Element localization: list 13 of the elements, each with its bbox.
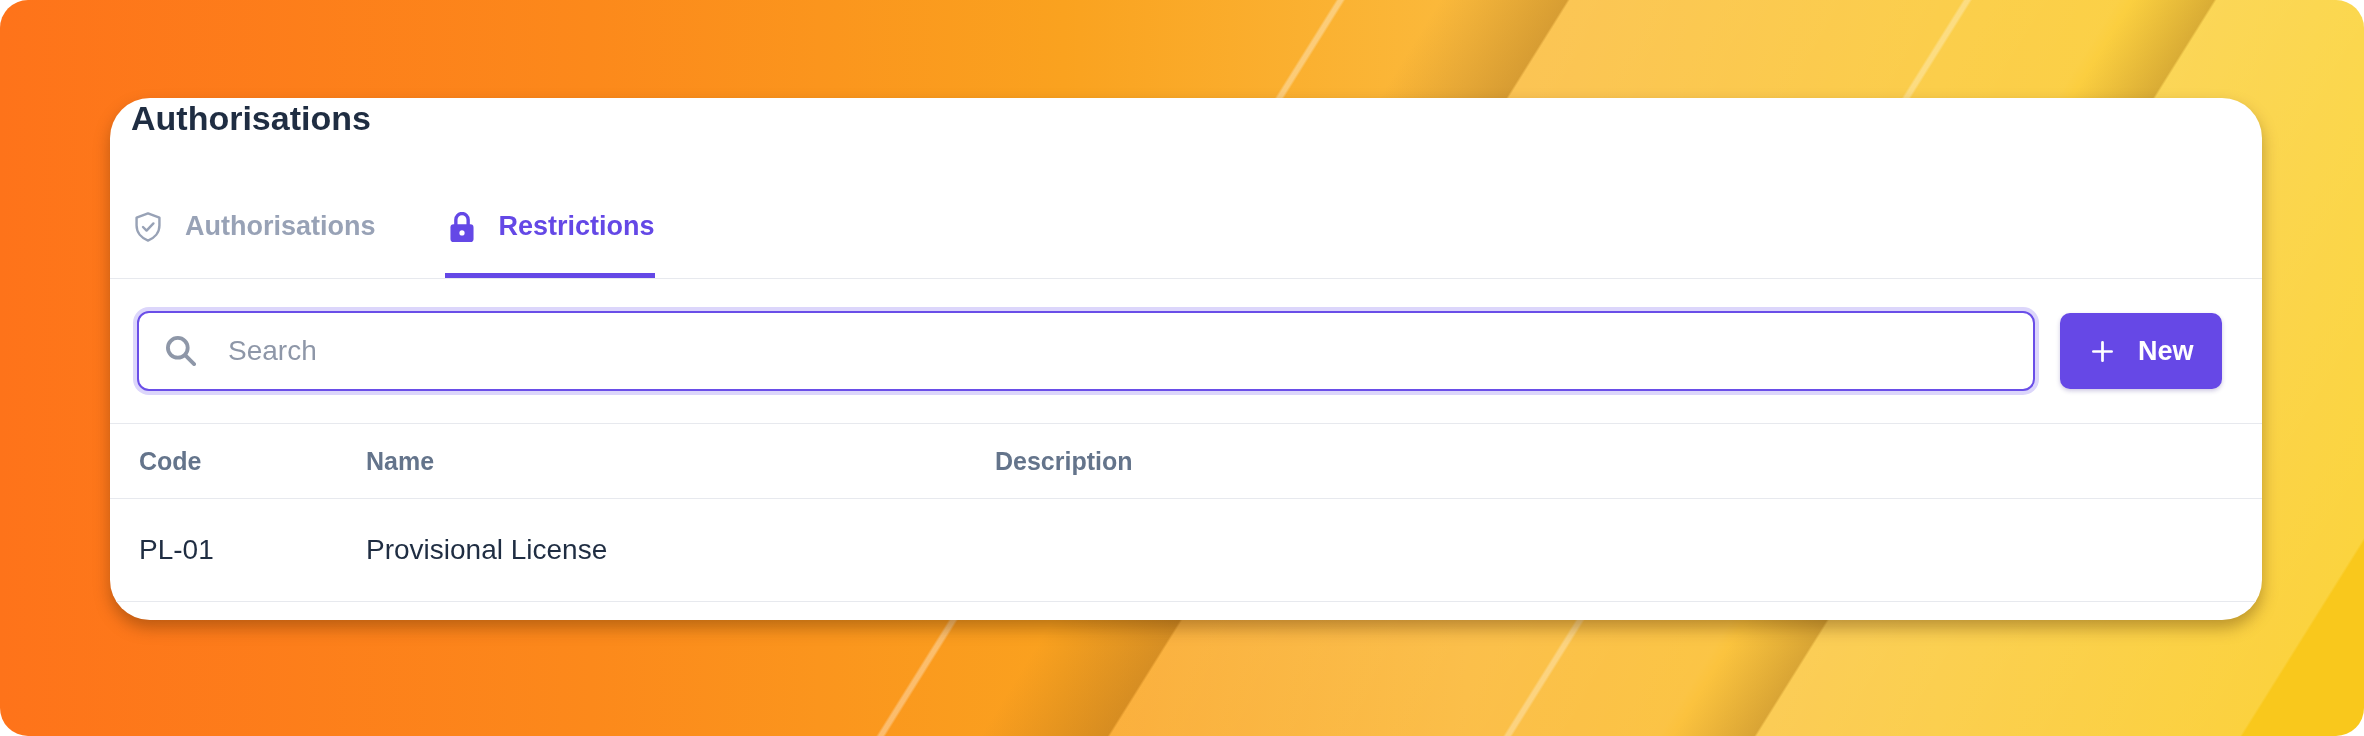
page-title: Authorisations xyxy=(130,98,372,138)
search-field[interactable]: Search xyxy=(137,311,2035,391)
table-cell: Provisional License xyxy=(366,534,608,565)
shield-check-icon xyxy=(135,211,161,242)
search-icon xyxy=(166,336,196,366)
tab[interactable]: Restrictions xyxy=(444,180,655,278)
new-button[interactable]: New xyxy=(2060,313,2222,389)
lock-icon xyxy=(448,211,475,242)
column-header: Description xyxy=(995,446,1133,475)
column-header: Code xyxy=(139,446,202,475)
plus-icon xyxy=(2092,340,2113,362)
column-header: Name xyxy=(366,446,435,475)
table-cell: PL-01 xyxy=(139,534,214,565)
